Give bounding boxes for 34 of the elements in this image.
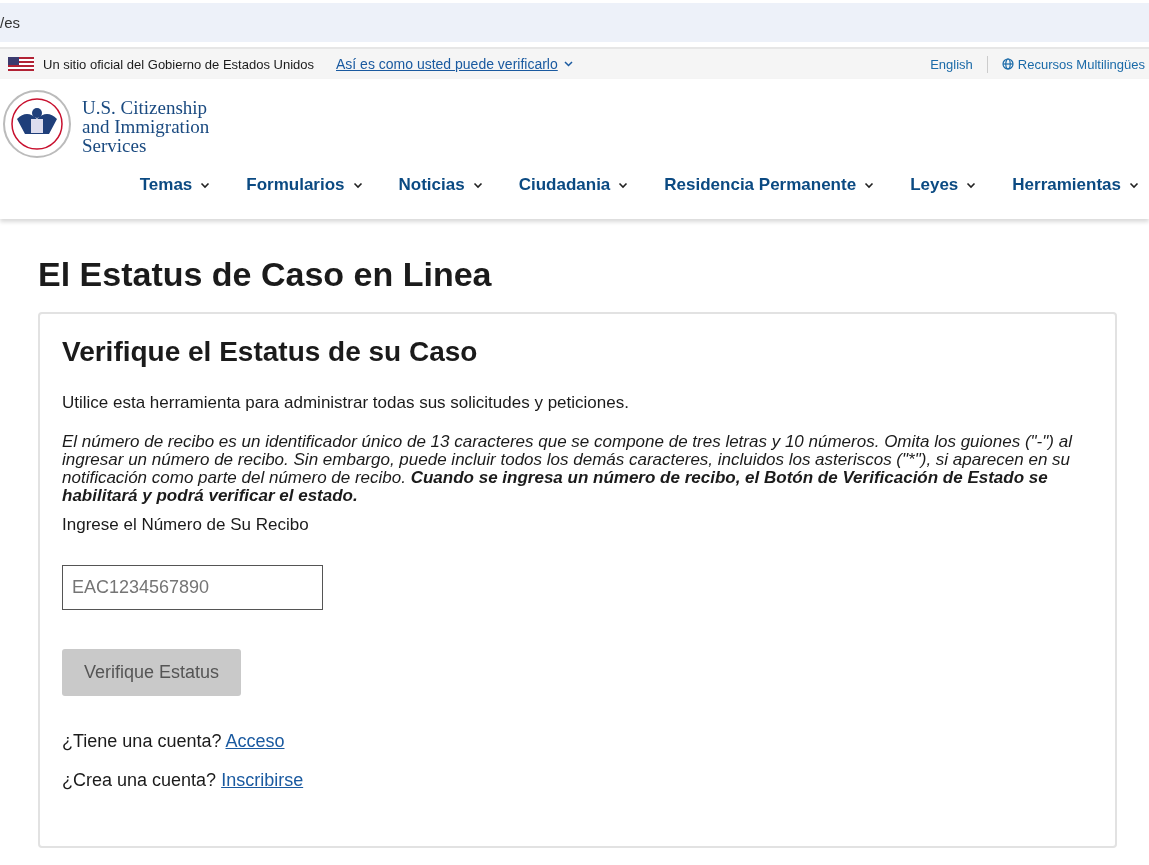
- nav-menu-item[interactable]: Leyes: [910, 175, 977, 195]
- caret-icon: [1129, 181, 1139, 189]
- intro-text: Utilice esta herramienta para administrar todas sus solicitudes y peticiones.: [62, 393, 630, 413]
- seal-icon: [2, 89, 72, 159]
- card-title: Verifique el Estatus de su Caso: [62, 336, 479, 368]
- multilingual-resources-link[interactable]: Recursos Multilingües: [1017, 56, 1145, 72]
- globe-icon: [1001, 58, 1014, 70]
- caret-icon: [966, 181, 977, 189]
- caret-icon: [618, 181, 629, 189]
- address-text[interactable]: /es: [0, 14, 20, 31]
- nav-menu-item[interactable]: Noticias: [398, 175, 483, 195]
- agency-name[interactable]: U.S. Citizenship and Immigration Services: [82, 89, 210, 155]
- receipt-number-field[interactable]: EAC1234567890: [62, 565, 323, 610]
- field-label: Ingrese el Número de Su Recibo: [62, 515, 310, 535]
- caret-icon: [472, 181, 483, 189]
- caret-icon: [563, 61, 573, 67]
- receipt-number-note: El número de recibo es un identificador único de 13 caracteres que se compone de tres letras y 10 números. Omita los guiones ("-") al ingresar un número de recibo. Sin embargo, puede incluir todos los demás caracteres, incluidos los asteriscos ("*"), si aparecen en su notificación como parte del número de recibo. Cuando se ingresa un número de recibo, el Botón de Verificación de Estado se habilitará y podrá verificar el estado.: [62, 433, 1074, 505]
- verify-link[interactable]: Así es como usted puede verificarlo: [336, 56, 558, 72]
- account-question: ¿Tiene una cuenta?: [62, 731, 222, 751]
- account-question: ¿Crea una cuenta?: [62, 770, 217, 790]
- nav-menu-item[interactable]: Ciudadania: [518, 175, 629, 195]
- caret-icon: [200, 181, 211, 189]
- nav-menu-item[interactable]: Formularios: [246, 175, 363, 195]
- account-link[interactable]: Inscribirse: [221, 770, 304, 790]
- english-link[interactable]: English: [930, 56, 973, 72]
- nav-menu-item[interactable]: Herramientas: [1012, 175, 1139, 195]
- nav-menu-item[interactable]: Residencia Permanente: [664, 175, 875, 195]
- official-site-text: Un sitio oficial del Gobierno de Estados Unidos: [43, 56, 314, 72]
- flag-icon: [8, 57, 34, 71]
- account-link[interactable]: Acceso: [225, 731, 285, 751]
- caret-icon: [864, 181, 875, 189]
- caret-icon: [352, 181, 363, 189]
- nav-menu-item[interactable]: Temas: [139, 175, 211, 195]
- page-title: El Estatus de Caso en Linea: [38, 254, 493, 294]
